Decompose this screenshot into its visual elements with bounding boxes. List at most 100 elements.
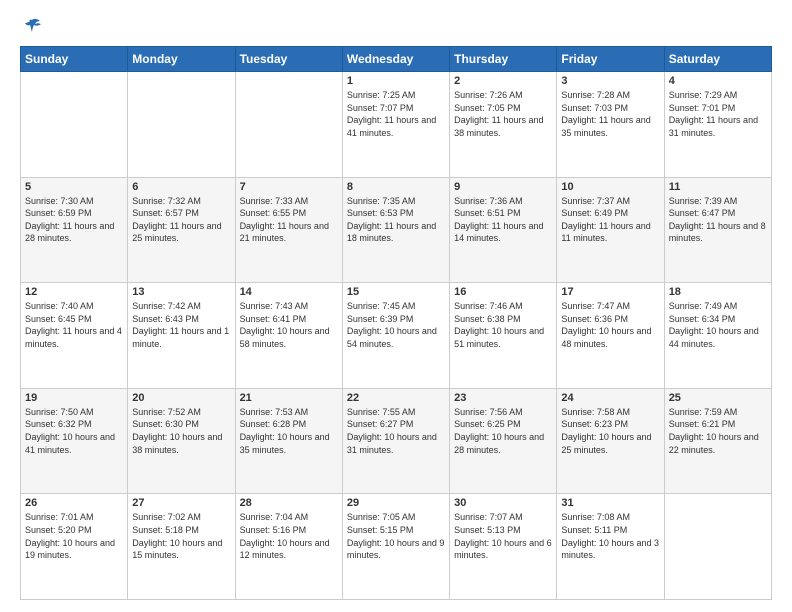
day-number: 25 xyxy=(669,392,767,404)
calendar-day-cell: 6 Sunrise: 7:32 AM Sunset: 6:57 PM Daylig… xyxy=(128,177,235,283)
page: SundayMondayTuesdayWednesdayThursdayFrid… xyxy=(0,0,792,612)
day-number: 30 xyxy=(454,497,552,509)
calendar-week-row: 12 Sunrise: 7:40 AM Sunset: 6:45 PM Dayli… xyxy=(21,283,772,389)
calendar-day-cell: 13 Sunrise: 7:42 AM Sunset: 6:43 PM Dayli… xyxy=(128,283,235,389)
day-info: Sunrise: 7:52 AM Sunset: 6:30 PM Dayligh… xyxy=(132,406,230,456)
day-number: 29 xyxy=(347,497,445,509)
day-number: 21 xyxy=(240,392,338,404)
day-info: Sunrise: 7:39 AM Sunset: 6:47 PM Dayligh… xyxy=(669,195,767,245)
day-info: Sunrise: 7:01 AM Sunset: 5:20 PM Dayligh… xyxy=(25,511,123,561)
day-info: Sunrise: 7:43 AM Sunset: 6:41 PM Dayligh… xyxy=(240,300,338,350)
calendar-week-row: 5 Sunrise: 7:30 AM Sunset: 6:59 PM Daylig… xyxy=(21,177,772,283)
calendar-day-cell: 5 Sunrise: 7:30 AM Sunset: 6:59 PM Daylig… xyxy=(21,177,128,283)
calendar-day-cell: 17 Sunrise: 7:47 AM Sunset: 6:36 PM Dayli… xyxy=(557,283,664,389)
calendar-day-cell: 25 Sunrise: 7:59 AM Sunset: 6:21 PM Dayli… xyxy=(664,388,771,494)
day-number: 23 xyxy=(454,392,552,404)
day-info: Sunrise: 7:53 AM Sunset: 6:28 PM Dayligh… xyxy=(240,406,338,456)
day-info: Sunrise: 7:28 AM Sunset: 7:03 PM Dayligh… xyxy=(561,89,659,139)
day-info: Sunrise: 7:29 AM Sunset: 7:01 PM Dayligh… xyxy=(669,89,767,139)
calendar-day-cell: 18 Sunrise: 7:49 AM Sunset: 6:34 PM Dayli… xyxy=(664,283,771,389)
day-info: Sunrise: 7:32 AM Sunset: 6:57 PM Dayligh… xyxy=(132,195,230,245)
day-number: 22 xyxy=(347,392,445,404)
day-number: 8 xyxy=(347,181,445,193)
day-info: Sunrise: 7:26 AM Sunset: 7:05 PM Dayligh… xyxy=(454,89,552,139)
calendar-day-cell: 22 Sunrise: 7:55 AM Sunset: 6:27 PM Dayli… xyxy=(342,388,449,494)
calendar-day-cell xyxy=(664,494,771,600)
day-of-week-header: Friday xyxy=(557,47,664,72)
day-info: Sunrise: 7:55 AM Sunset: 6:27 PM Dayligh… xyxy=(347,406,445,456)
day-info: Sunrise: 7:49 AM Sunset: 6:34 PM Dayligh… xyxy=(669,300,767,350)
day-info: Sunrise: 7:30 AM Sunset: 6:59 PM Dayligh… xyxy=(25,195,123,245)
calendar-day-cell: 9Sunrise: 7:36 AM Sunset: 6:51 PM Daylig… xyxy=(450,177,557,283)
logo-bird-icon xyxy=(22,16,42,36)
day-info: Sunrise: 7:40 AM Sunset: 6:45 PM Dayligh… xyxy=(25,300,123,350)
day-info: Sunrise: 7:35 AM Sunset: 6:53 PM Dayligh… xyxy=(347,195,445,245)
day-of-week-header: Wednesday xyxy=(342,47,449,72)
day-number: 1 xyxy=(347,75,445,87)
day-number: 26 xyxy=(25,497,123,509)
day-info: Sunrise: 7:50 AM Sunset: 6:32 PM Dayligh… xyxy=(25,406,123,456)
day-of-week-header: Thursday xyxy=(450,47,557,72)
day-info: Sunrise: 7:36 AM Sunset: 6:51 PM Dayligh… xyxy=(454,195,552,245)
calendar-day-cell: 7 Sunrise: 7:33 AM Sunset: 6:55 PM Daylig… xyxy=(235,177,342,283)
logo xyxy=(20,16,42,36)
calendar-day-cell: 23 Sunrise: 7:56 AM Sunset: 6:25 PM Dayli… xyxy=(450,388,557,494)
calendar-day-cell: 15 Sunrise: 7:45 AM Sunset: 6:39 PM Dayli… xyxy=(342,283,449,389)
day-info: Sunrise: 7:42 AM Sunset: 6:43 PM Dayligh… xyxy=(132,300,230,350)
calendar-day-cell: 26 Sunrise: 7:01 AM Sunset: 5:20 PM Dayli… xyxy=(21,494,128,600)
day-of-week-header: Sunday xyxy=(21,47,128,72)
day-number: 14 xyxy=(240,286,338,298)
day-info: Sunrise: 7:33 AM Sunset: 6:55 PM Dayligh… xyxy=(240,195,338,245)
day-info: Sunrise: 7:45 AM Sunset: 6:39 PM Dayligh… xyxy=(347,300,445,350)
calendar-day-cell: 2 Sunrise: 7:26 AM Sunset: 7:05 PM Daylig… xyxy=(450,72,557,178)
calendar-day-cell: 28Sunrise: 7:04 AM Sunset: 5:16 PM Dayli… xyxy=(235,494,342,600)
calendar-day-cell: 19Sunrise: 7:50 AM Sunset: 6:32 PM Dayli… xyxy=(21,388,128,494)
calendar-header-row: SundayMondayTuesdayWednesdayThursdayFrid… xyxy=(21,47,772,72)
day-of-week-header: Saturday xyxy=(664,47,771,72)
day-number: 7 xyxy=(240,181,338,193)
day-info: Sunrise: 7:04 AM Sunset: 5:16 PM Dayligh… xyxy=(240,511,338,561)
calendar-day-cell: 3 Sunrise: 7:28 AM Sunset: 7:03 PM Daylig… xyxy=(557,72,664,178)
day-number: 13 xyxy=(132,286,230,298)
day-info: Sunrise: 7:56 AM Sunset: 6:25 PM Dayligh… xyxy=(454,406,552,456)
day-number: 12 xyxy=(25,286,123,298)
day-number: 31 xyxy=(561,497,659,509)
day-number: 20 xyxy=(132,392,230,404)
day-number: 4 xyxy=(669,75,767,87)
day-info: Sunrise: 7:02 AM Sunset: 5:18 PM Dayligh… xyxy=(132,511,230,561)
day-number: 5 xyxy=(25,181,123,193)
day-number: 3 xyxy=(561,75,659,87)
day-info: Sunrise: 7:46 AM Sunset: 6:38 PM Dayligh… xyxy=(454,300,552,350)
calendar-day-cell: 24 Sunrise: 7:58 AM Sunset: 6:23 PM Dayli… xyxy=(557,388,664,494)
day-info: Sunrise: 7:05 AM Sunset: 5:15 PM Dayligh… xyxy=(347,511,445,561)
day-of-week-header: Tuesday xyxy=(235,47,342,72)
calendar-day-cell: 4 Sunrise: 7:29 AM Sunset: 7:01 PM Daylig… xyxy=(664,72,771,178)
day-number: 2 xyxy=(454,75,552,87)
day-number: 11 xyxy=(669,181,767,193)
day-of-week-header: Monday xyxy=(128,47,235,72)
day-info: Sunrise: 7:47 AM Sunset: 6:36 PM Dayligh… xyxy=(561,300,659,350)
calendar-day-cell xyxy=(128,72,235,178)
day-number: 6 xyxy=(132,181,230,193)
calendar-day-cell: 16 Sunrise: 7:46 AM Sunset: 6:38 PM Dayli… xyxy=(450,283,557,389)
calendar-day-cell: 12 Sunrise: 7:40 AM Sunset: 6:45 PM Dayli… xyxy=(21,283,128,389)
day-number: 24 xyxy=(561,392,659,404)
day-info: Sunrise: 7:59 AM Sunset: 6:21 PM Dayligh… xyxy=(669,406,767,456)
day-info: Sunrise: 7:58 AM Sunset: 6:23 PM Dayligh… xyxy=(561,406,659,456)
day-number: 16 xyxy=(454,286,552,298)
day-number: 27 xyxy=(132,497,230,509)
calendar-day-cell: 11 Sunrise: 7:39 AM Sunset: 6:47 PM Dayli… xyxy=(664,177,771,283)
calendar-day-cell: 1Sunrise: 7:25 AM Sunset: 7:07 PM Daylig… xyxy=(342,72,449,178)
day-info: Sunrise: 7:07 AM Sunset: 5:13 PM Dayligh… xyxy=(454,511,552,561)
day-number: 10 xyxy=(561,181,659,193)
day-number: 17 xyxy=(561,286,659,298)
day-number: 18 xyxy=(669,286,767,298)
calendar-week-row: 26 Sunrise: 7:01 AM Sunset: 5:20 PM Dayli… xyxy=(21,494,772,600)
calendar-day-cell: 30 Sunrise: 7:07 AM Sunset: 5:13 PM Dayli… xyxy=(450,494,557,600)
calendar-table: SundayMondayTuesdayWednesdayThursdayFrid… xyxy=(20,46,772,600)
calendar-day-cell: 14 Sunrise: 7:43 AM Sunset: 6:41 PM Dayli… xyxy=(235,283,342,389)
day-number: 15 xyxy=(347,286,445,298)
calendar-day-cell xyxy=(235,72,342,178)
calendar-day-cell: 10Sunrise: 7:37 AM Sunset: 6:49 PM Dayli… xyxy=(557,177,664,283)
day-info: Sunrise: 7:08 AM Sunset: 5:11 PM Dayligh… xyxy=(561,511,659,561)
